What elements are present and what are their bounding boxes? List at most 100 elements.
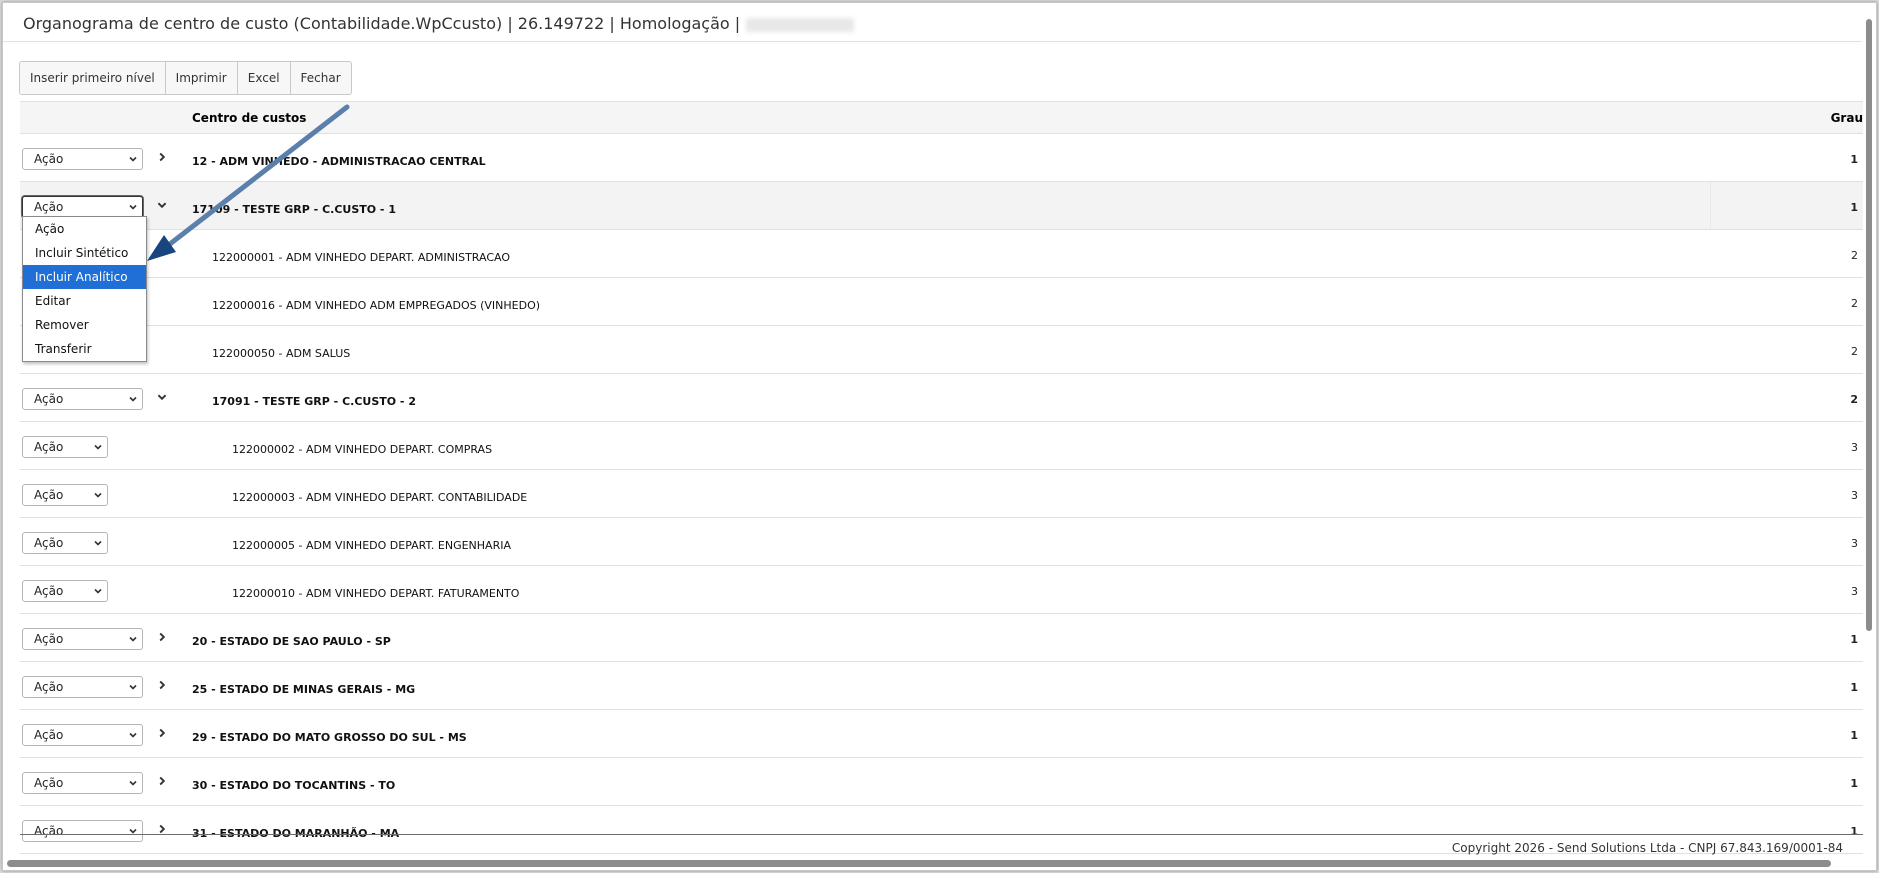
vertical-scrollbar[interactable] [1864,7,1874,862]
grau-value: 2 [1851,297,1858,310]
action-select[interactable]: Ação [22,196,143,218]
option-acao[interactable]: Ação [23,217,146,241]
cost-center-name: 17109 - TESTE GRP - C.CUSTO - 1 [192,203,396,216]
chevron-down-icon [129,204,137,210]
action-dropdown-list: Ação Incluir Sintético Incluir Analítico… [22,216,147,362]
table-row: Ação 29 - ESTADO DO MATO GROSSO DO SUL - … [20,710,1863,758]
action-select-value: Ação [34,632,64,646]
insert-first-level-button[interactable]: Inserir primeiro nível [20,62,166,94]
title-divider [3,41,1862,42]
action-select[interactable]: Ação [22,148,143,170]
cost-center-name: 122000003 - ADM VINHEDO DEPART. CONTABIL… [232,491,528,504]
cost-center-name: 122000010 - ADM VINHEDO DEPART. FATURAME… [232,587,520,600]
collapse-chevron-icon[interactable] [156,391,168,403]
action-select-value: Ação [34,680,64,694]
cost-center-name: 122000001 - ADM VINHEDO DEPART. ADMINIST… [212,251,511,264]
expand-chevron-icon[interactable] [156,775,168,787]
cost-center-grid: Centro de custos Grau Ação 12 - ADM VINHE… [20,101,1863,854]
chevron-down-icon [129,396,137,402]
chevron-down-icon [94,444,102,450]
cost-center-name: 122000050 - ADM SALUS [212,347,351,360]
grau-value: 1 [1850,201,1858,214]
table-row: Ação 12 - ADM VINHEDO - ADMINISTRACAO CEN… [20,134,1863,182]
expand-chevron-icon[interactable] [156,631,168,643]
close-button[interactable]: Fechar [291,62,351,94]
chevron-down-icon [129,156,137,162]
table-row: Ação122000001 - ADM VINHEDO DEPART. ADMI… [20,230,1863,278]
action-select-value: Ação [34,776,64,790]
cost-center-name: 30 - ESTADO DO TOCANTINS - TO [192,779,396,792]
table-row: Ação 122000005 - ADM VINHEDO DEPART. ENGE… [20,518,1863,566]
grau-value: 1 [1850,681,1858,694]
chevron-down-icon [129,684,137,690]
action-select[interactable]: Ação [22,676,143,698]
cost-center-name: 12 - ADM VINHEDO - ADMINISTRACAO CENTRAL [192,155,486,168]
action-select-value: Ação [34,440,64,454]
grau-value: 2 [1850,393,1858,406]
chevron-down-icon [94,540,102,546]
vertical-scroll-thumb[interactable] [1866,19,1872,631]
table-row: Ação 20 - ESTADO DE SAO PAULO - SP 1 [20,614,1863,662]
excel-button[interactable]: Excel [238,62,291,94]
expand-chevron-icon[interactable] [156,151,168,163]
action-select-value: Ação [34,728,64,742]
grau-value: 3 [1851,489,1858,502]
grau-value: 1 [1850,153,1858,166]
option-remover[interactable]: Remover [23,313,146,337]
option-editar[interactable]: Editar [23,289,146,313]
action-select-value: Ação [34,536,64,550]
option-transferir[interactable]: Transferir [23,337,146,361]
option-incluir-analitico[interactable]: Incluir Analítico [23,265,146,289]
header-grau: Grau [1830,111,1863,125]
chevron-down-icon [94,588,102,594]
cost-center-name: 29 - ESTADO DO MATO GROSSO DO SUL - MS [192,731,467,744]
grau-value: 2 [1851,345,1858,358]
chevron-down-icon [129,636,137,642]
chevron-down-icon [129,780,137,786]
cost-center-name: 122000002 - ADM VINHEDO DEPART. COMPRAS [232,443,493,456]
collapse-chevron-icon[interactable] [156,199,168,211]
cost-center-name: 17091 - TESTE GRP - C.CUSTO - 2 [212,395,416,408]
table-row: Ação 17091 - TESTE GRP - C.CUSTO - 2 2 [20,374,1863,422]
action-select[interactable]: Ação [22,772,143,794]
expand-chevron-icon[interactable] [156,727,168,739]
cost-center-name: 122000016 - ADM VINHEDO ADM EMPREGADOS (… [212,299,541,312]
action-select[interactable]: Ação [22,724,143,746]
option-incluir-sintetico[interactable]: Incluir Sintético [23,241,146,265]
expand-chevron-icon[interactable] [156,679,168,691]
cost-center-name: 20 - ESTADO DE SAO PAULO - SP [192,635,391,648]
horizontal-scrollbar[interactable] [3,858,1862,868]
table-row: Ação 122000010 - ADM VINHEDO DEPART. FATU… [20,566,1863,614]
print-button[interactable]: Imprimir [166,62,238,94]
table-row: Ação 25 - ESTADO DE MINAS GERAIS - MG 1 [20,662,1863,710]
action-select-value: Ação [34,152,64,166]
grid-header: Centro de custos Grau [20,101,1863,134]
grau-value: 1 [1850,777,1858,790]
grau-value: 1 [1850,633,1858,646]
chevron-down-icon [94,492,102,498]
table-row: Ação122000050 - ADM SALUS2 [20,326,1863,374]
grau-value: 3 [1851,585,1858,598]
cost-center-name: 122000005 - ADM VINHEDO DEPART. ENGENHAR… [232,539,511,552]
action-select[interactable]: Ação [22,532,108,554]
action-select[interactable]: Ação [22,580,108,602]
action-select[interactable]: Ação [22,820,143,842]
action-select[interactable]: Ação [22,388,143,410]
table-row: Ação 122000003 - ADM VINHEDO DEPART. CONT… [20,470,1863,518]
table-row: Ação 17109 - TESTE GRP - C.CUSTO - 1 1 [20,182,1863,230]
grau-value: 1 [1850,729,1858,742]
chevron-down-icon [129,732,137,738]
window-title: Organograma de centro de custo (Contabil… [23,14,855,33]
action-select[interactable]: Ação [22,436,108,458]
copyright-text: Copyright 2026 - Send Solutions Ltda - C… [1451,841,1843,855]
horizontal-scroll-thumb[interactable] [7,860,1831,867]
action-select-value: Ação [34,392,64,406]
redacted-text [746,17,855,32]
column-divider [1710,182,1711,229]
grau-value: 3 [1851,537,1858,550]
action-select-value: Ação [34,584,64,598]
action-select[interactable]: Ação [22,628,143,650]
action-select[interactable]: Ação [22,484,108,506]
action-select-value: Ação [34,824,64,838]
action-select-value: Ação [34,488,64,502]
